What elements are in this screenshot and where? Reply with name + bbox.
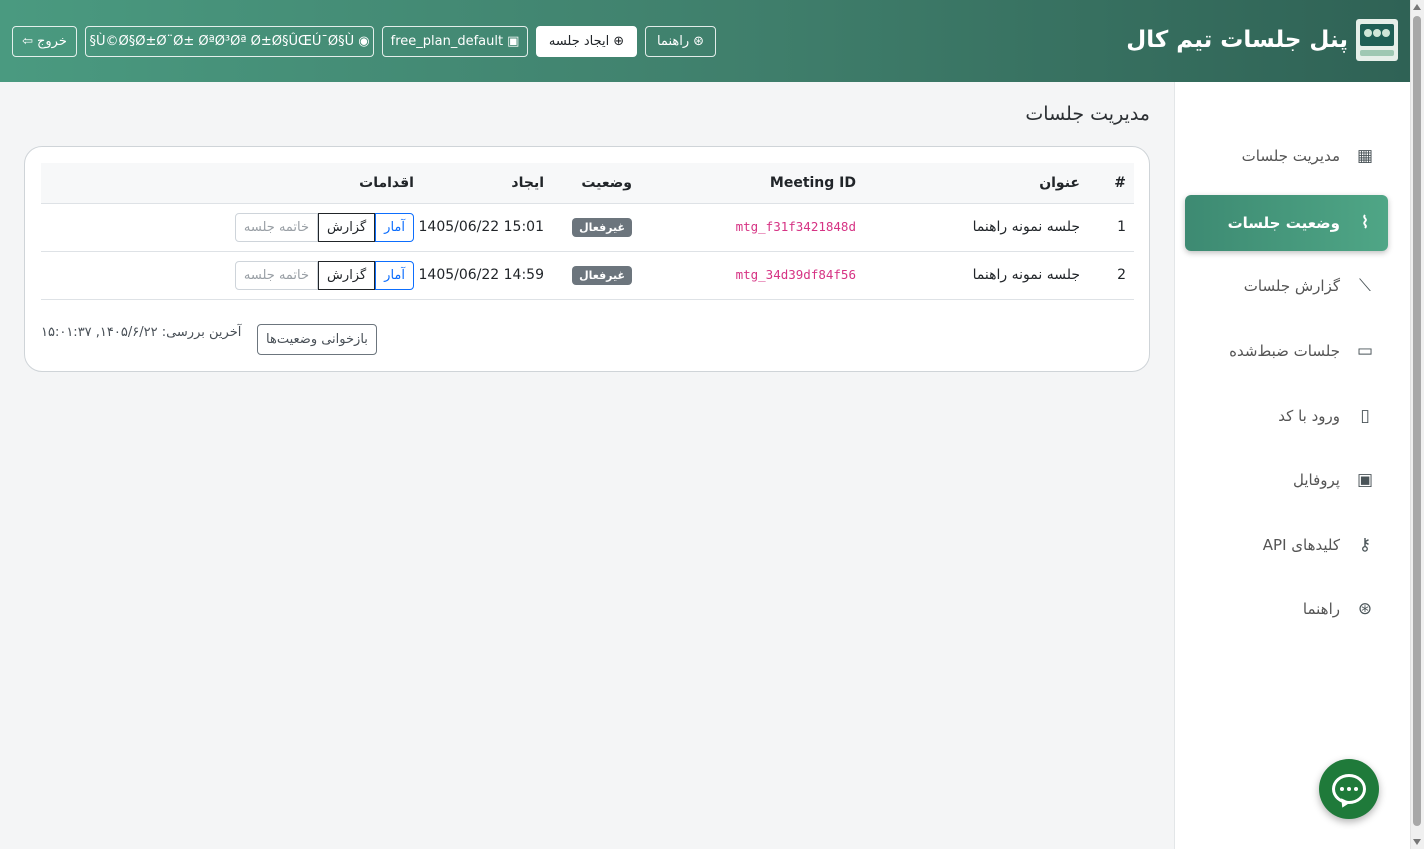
sidebar-item-meeting-reports[interactable]: ⟋ گزارش جلسات xyxy=(1186,258,1388,314)
logout-icon: ⇦ xyxy=(22,34,34,49)
sidebar-item-label: وضعیت جلسات xyxy=(1227,214,1340,232)
actions-cell: آمار گزارش خاتمه جلسه xyxy=(41,203,414,252)
sidebar-item-label: پروفایل xyxy=(1293,471,1340,489)
brand-logo-icon xyxy=(1356,19,1398,61)
plan-button[interactable]: free_plan_default ▣ xyxy=(382,26,528,57)
meeting-id-cell: mtg_f31f3421848d xyxy=(632,203,856,252)
status-badge: غیرفعال xyxy=(572,265,632,285)
user-label: §Ù©Ø§Ø±Ø¨Ø± ØªØ³Øª Ø±Ø§ÛŒÚ¯Ø§Ù xyxy=(89,34,355,49)
activity-icon: ⌇ xyxy=(1360,213,1370,233)
table-row: 2 جلسه نمونه راهنما mtg_34d39df84f56 غیر… xyxy=(41,251,1134,300)
help-button-label: راهنما xyxy=(656,34,690,49)
sidebar-item-recordings[interactable]: ▭ جلسات ضبط‌شده xyxy=(1186,323,1388,379)
user-circle-icon: ◉ xyxy=(358,34,370,49)
column-header: # xyxy=(1080,163,1134,204)
created-date: 1405/06/22 15:01 xyxy=(414,203,545,252)
meeting-title: جلسه نمونه راهنما xyxy=(856,203,1080,252)
create-meeting-label: ایجاد جلسه xyxy=(548,34,610,49)
meeting-title: جلسه نمونه راهنما xyxy=(856,251,1080,300)
camera-video-icon: ▭ xyxy=(1356,341,1374,361)
end-meeting-button[interactable]: خاتمه جلسه xyxy=(234,212,319,242)
meeting-id-cell: mtg_34d39df84f56 xyxy=(632,251,856,300)
sidebar: ▦ مدیریت جلسات ⌇ وضعیت جلسات ⟋ گزارش جلس… xyxy=(1174,82,1410,849)
user-button[interactable]: §Ù©Ø§Ø±Ø¨Ø± ØªØ³Øª Ø±Ø§ÛŒÚ¯Ø§Ù ◉ xyxy=(85,26,374,57)
table-header-row: # عنوان Meeting ID وضعیت ایجاد اقدامات xyxy=(41,163,1134,204)
meetings-card: # عنوان Meeting ID وضعیت ایجاد اقدامات 1… xyxy=(24,146,1150,372)
door-icon: ▯ xyxy=(1360,406,1370,426)
plus-circle-icon: ⊕ xyxy=(613,34,625,49)
sidebar-item-meeting-status[interactable]: ⌇ وضعیت جلسات xyxy=(1185,195,1388,251)
stats-button[interactable]: آمار xyxy=(375,260,414,290)
logout-label: خروج xyxy=(37,34,67,49)
end-meeting-button[interactable]: خاتمه جلسه xyxy=(234,260,319,290)
column-header: ایجاد xyxy=(414,163,544,204)
column-header: اقدامات xyxy=(41,163,414,204)
chat-icon xyxy=(1332,774,1366,810)
help-button[interactable]: ⊛ راهنما xyxy=(645,26,716,57)
grid-icon: ▦ xyxy=(1356,146,1374,166)
life-ring-icon: ⊛ xyxy=(1357,599,1373,619)
row-number: 2 xyxy=(1080,251,1134,300)
action-button-group: آمار گزارش خاتمه جلسه xyxy=(234,212,414,242)
life-ring-icon: ⊛ xyxy=(693,34,705,49)
column-header: عنوان xyxy=(856,163,1080,204)
status-badge: غیرفعال xyxy=(572,217,632,237)
sidebar-item-label: جلسات ضبط‌شده xyxy=(1229,342,1340,360)
brand[interactable]: پنل جلسات تیم کال xyxy=(1126,18,1398,62)
column-header: وضعیت xyxy=(544,163,632,204)
actions-cell: آمار گزارش خاتمه جلسه xyxy=(41,251,414,300)
meetings-table: # عنوان Meeting ID وضعیت ایجاد اقدامات 1… xyxy=(41,163,1134,300)
top-header: پنل جلسات تیم کال ⊛ راهنما ⊕ ایجاد جلسه … xyxy=(0,0,1410,82)
sidebar-item-join-with-code[interactable]: ▯ ورود با کد xyxy=(1186,388,1388,444)
created-date: 1405/06/22 14:59 xyxy=(414,251,545,300)
sidebar-item-label: گزارش جلسات xyxy=(1243,277,1340,295)
report-button[interactable]: گزارش xyxy=(318,260,376,290)
refresh-status-button[interactable]: بازخوانی وضعیت‌ها xyxy=(257,324,377,355)
sidebar-item-help[interactable]: ⊛ راهنما xyxy=(1186,581,1388,637)
sidebar-item-label: مدیریت جلسات xyxy=(1241,147,1340,165)
created-date-value: 1405/06/22 14:59 xyxy=(418,267,545,283)
page-title: مدیریت جلسات xyxy=(1025,103,1150,125)
report-button[interactable]: گزارش xyxy=(318,212,376,242)
person-badge-icon: ▣ xyxy=(1356,470,1374,490)
scroll-thumb[interactable] xyxy=(1413,16,1421,826)
status-cell: غیرفعال xyxy=(544,251,632,300)
create-meeting-button[interactable]: ⊕ ایجاد جلسه xyxy=(536,26,637,57)
sidebar-item-api-keys[interactable]: ⚷ کلیدهای API xyxy=(1186,517,1388,573)
sidebar-item-meeting-management[interactable]: ▦ مدیریت جلسات xyxy=(1186,128,1388,184)
sidebar-item-label: ورود با کد xyxy=(1278,407,1340,425)
status-cell: غیرفعال xyxy=(544,203,632,252)
row-number: 1 xyxy=(1080,203,1134,252)
column-header: Meeting ID xyxy=(632,163,856,204)
plan-label: free_plan_default xyxy=(390,34,504,49)
scroll-down-arrow-icon[interactable] xyxy=(1413,839,1421,845)
chat-button[interactable] xyxy=(1319,759,1379,819)
action-button-group: آمار گزارش خاتمه جلسه xyxy=(234,260,414,290)
key-icon: ⚷ xyxy=(1358,535,1372,555)
chart-line-icon: ⟋ xyxy=(1359,276,1371,296)
last-check-text: آخرین بررسی: ۱۴۰۵/۶/۲۲, ۱۵:۰۱:۳۷ xyxy=(41,325,242,340)
created-date-value: 1405/06/22 15:01 xyxy=(418,219,545,235)
meeting-id: mtg_34d39df84f56 xyxy=(735,267,856,282)
sidebar-item-label: کلیدهای API xyxy=(1262,536,1340,554)
scroll-up-arrow-icon[interactable] xyxy=(1413,4,1421,10)
gift-icon: ▣ xyxy=(507,34,520,49)
meeting-id: mtg_f31f3421848d xyxy=(735,219,856,234)
page-scrollbar[interactable] xyxy=(1410,0,1424,849)
sidebar-item-label: راهنما xyxy=(1302,600,1340,618)
sidebar-item-profile[interactable]: ▣ پروفایل xyxy=(1186,452,1388,508)
brand-title: پنل جلسات تیم کال xyxy=(1126,27,1348,53)
stats-button[interactable]: آمار xyxy=(375,212,414,242)
logout-button[interactable]: خروج ⇦ xyxy=(12,26,77,57)
table-row: 1 جلسه نمونه راهنما mtg_f31f3421848d غیر… xyxy=(41,203,1134,252)
